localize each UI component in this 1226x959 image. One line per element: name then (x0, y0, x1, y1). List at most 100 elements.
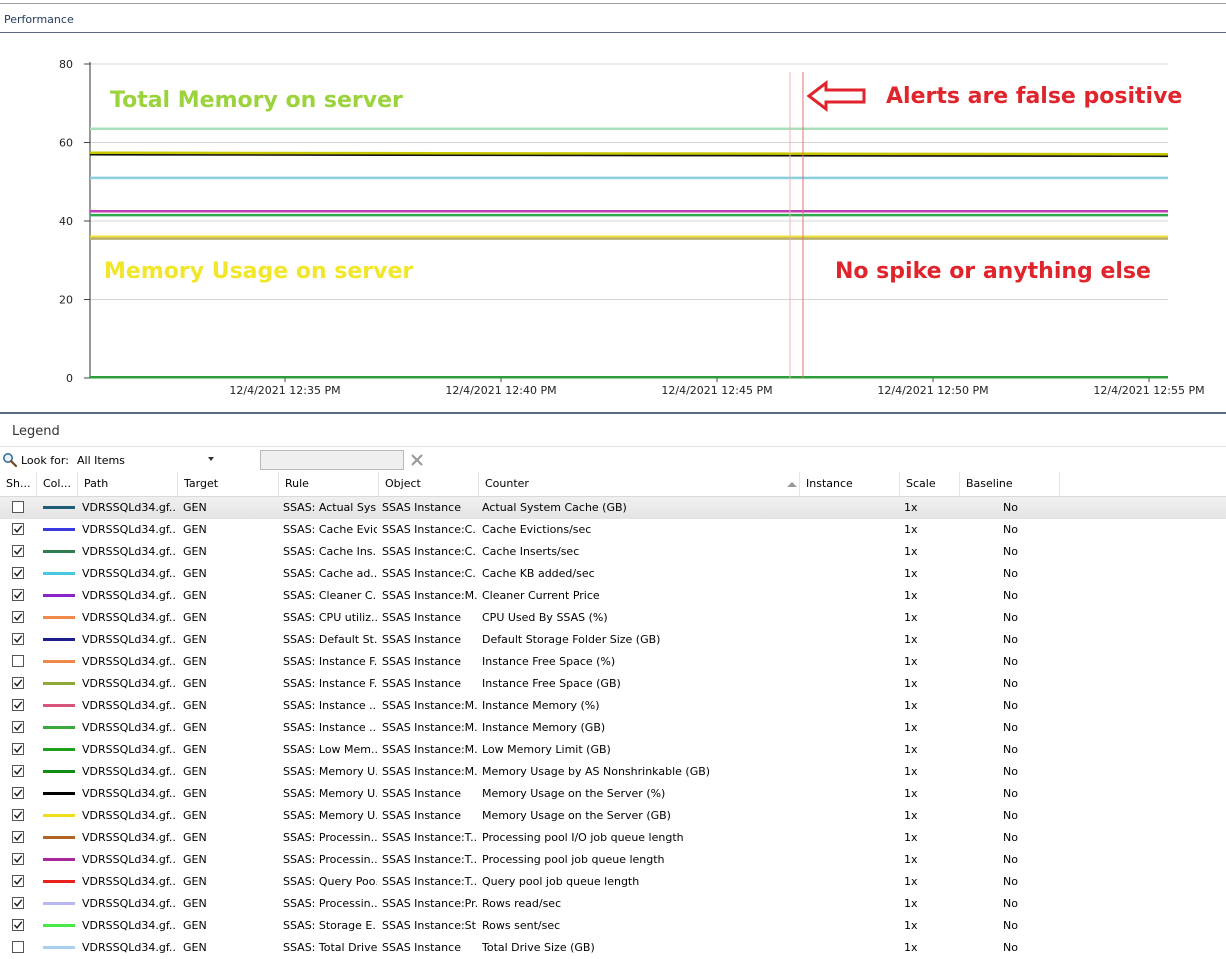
checkmark-icon (13, 811, 23, 819)
search-input[interactable] (260, 450, 404, 470)
splitter[interactable] (0, 412, 1226, 414)
table-row[interactable]: VDRSSQLd34.gf... GEN SSAS: Cache Evic... SS… (0, 519, 1226, 541)
table-row[interactable]: VDRSSQLd34.gf... GEN SSAS: Default St... SS… (0, 629, 1226, 651)
cell-instance (806, 585, 896, 607)
table-row[interactable]: VDRSSQLd34.gf... GEN SSAS: Instance F... SS… (0, 651, 1226, 673)
show-checkbox[interactable] (12, 633, 24, 645)
show-checkbox[interactable] (12, 831, 24, 843)
sort-ascending-icon (787, 482, 797, 487)
clear-search-button[interactable] (408, 451, 426, 469)
cell-object: SSAS Instance:T... (382, 853, 477, 866)
cell-counter: Processing pool job queue length (482, 853, 665, 866)
column-header-object[interactable]: Object (379, 472, 479, 496)
table-row[interactable]: VDRSSQLd34.gf... GEN SSAS: Processin... SSA… (0, 849, 1226, 871)
table-row[interactable]: VDRSSQLd34.gf... GEN SSAS: Instance F... SS… (0, 673, 1226, 695)
column-header-counter[interactable]: Counter (479, 472, 800, 496)
show-checkbox[interactable] (12, 523, 24, 535)
performance-header: Performance (0, 4, 1226, 33)
show-checkbox[interactable] (12, 787, 24, 799)
cell-rule: SSAS: Memory U... (283, 765, 377, 778)
cell-rule: SSAS: Cache ad... (283, 567, 377, 580)
color-swatch (43, 594, 75, 597)
show-checkbox[interactable] (12, 677, 24, 689)
table-row[interactable]: VDRSSQLd34.gf... GEN SSAS: Total Drive... S… (0, 937, 1226, 959)
cell-counter: Cache KB added/sec (482, 567, 595, 580)
cell-object: SSAS Instance (382, 809, 461, 822)
checkmark-icon (13, 547, 23, 555)
column-header-show[interactable]: Sh... (0, 472, 37, 496)
table-row[interactable]: VDRSSQLd34.gf... GEN SSAS: Cleaner C... SSA… (0, 585, 1226, 607)
show-checkbox[interactable] (12, 919, 24, 931)
cell-object: SSAS Instance:M... (382, 699, 477, 712)
cell-scale: 1x (904, 699, 918, 712)
show-checkbox[interactable] (12, 501, 24, 513)
checkmark-icon (13, 833, 23, 841)
cell-instance (806, 915, 896, 937)
show-checkbox[interactable] (12, 743, 24, 755)
cell-counter: Instance Free Space (%) (482, 655, 616, 668)
table-row[interactable]: VDRSSQLd34.gf... GEN SSAS: Cache Ins... SSA… (0, 541, 1226, 563)
table-row[interactable]: VDRSSQLd34.gf... GEN SSAS: Cache ad... SSAS… (0, 563, 1226, 585)
column-header-scale[interactable]: Scale (900, 472, 960, 496)
show-checkbox[interactable] (12, 721, 24, 733)
cell-target: GEN (183, 611, 207, 624)
column-header-rule[interactable]: Rule (279, 472, 379, 496)
show-checkbox[interactable] (12, 655, 24, 667)
cell-path: VDRSSQLd34.gf... (82, 831, 177, 844)
column-header-path[interactable]: Path (78, 472, 178, 496)
table-row[interactable]: VDRSSQLd34.gf... GEN SSAS: Instance ... SSA… (0, 717, 1226, 739)
column-header-baseline[interactable]: Baseline (960, 472, 1060, 496)
x-tick-label: 12/4/2021 12:55 PM (1093, 384, 1204, 397)
cell-rule: SSAS: Memory U... (283, 809, 377, 822)
search-icon (3, 453, 18, 468)
table-row[interactable]: VDRSSQLd34.gf... GEN SSAS: Low Mem... SSAS … (0, 739, 1226, 761)
cell-instance (806, 849, 896, 871)
color-swatch (43, 748, 75, 751)
show-checkbox[interactable] (12, 809, 24, 821)
table-row[interactable]: VDRSSQLd34.gf... GEN SSAS: Storage E... SSA… (0, 915, 1226, 937)
column-header-target[interactable]: Target (178, 472, 279, 496)
show-checkbox[interactable] (12, 941, 24, 953)
cell-scale: 1x (904, 809, 918, 822)
cell-instance (806, 717, 896, 739)
cell-instance (806, 497, 896, 519)
table-row[interactable]: VDRSSQLd34.gf... GEN SSAS: Instance ... SSA… (0, 695, 1226, 717)
cell-rule: SSAS: Processin... (283, 831, 377, 844)
cell-target: GEN (183, 677, 207, 690)
table-row[interactable]: VDRSSQLd34.gf... GEN SSAS: Processin... SSA… (0, 827, 1226, 849)
table-row[interactable]: VDRSSQLd34.gf... GEN SSAS: Query Poo... SSA… (0, 871, 1226, 893)
cell-instance (806, 563, 896, 585)
table-row[interactable]: VDRSSQLd34.gf... GEN SSAS: Memory U... SSAS… (0, 783, 1226, 805)
cell-object: SSAS Instance:M... (382, 721, 477, 734)
cell-scale: 1x (904, 897, 918, 910)
show-checkbox[interactable] (12, 545, 24, 557)
table-row[interactable]: VDRSSQLd34.gf... GEN SSAS: Processin... SSA… (0, 893, 1226, 915)
page-title: Performance (4, 13, 74, 26)
scope-dropdown[interactable]: All Items (74, 451, 218, 469)
cell-instance (806, 607, 896, 629)
table-row[interactable]: VDRSSQLd34.gf... GEN SSAS: Actual Sys... SS… (0, 497, 1226, 519)
cell-scale: 1x (904, 721, 918, 734)
show-checkbox[interactable] (12, 589, 24, 601)
show-checkbox[interactable] (12, 567, 24, 579)
cell-target: GEN (183, 831, 207, 844)
color-swatch (43, 880, 75, 883)
y-tick-label: 0 (66, 372, 73, 385)
cell-target: GEN (183, 699, 207, 712)
table-row[interactable]: VDRSSQLd34.gf... GEN SSAS: Memory U... SSAS… (0, 805, 1226, 827)
column-header-instance[interactable]: Instance (800, 472, 900, 496)
show-checkbox[interactable] (12, 875, 24, 887)
cell-rule: SSAS: Instance F... (283, 655, 377, 668)
table-row[interactable]: VDRSSQLd34.gf... GEN SSAS: Memory U... SSAS… (0, 761, 1226, 783)
column-header-color[interactable]: Col... (37, 472, 78, 496)
table-row[interactable]: VDRSSQLd34.gf... GEN SSAS: CPU utiliz... SS… (0, 607, 1226, 629)
show-checkbox[interactable] (12, 897, 24, 909)
show-checkbox[interactable] (12, 699, 24, 711)
cell-counter: Processing pool I/O job queue length (482, 831, 684, 844)
cell-path: VDRSSQLd34.gf... (82, 787, 177, 800)
show-checkbox[interactable] (12, 853, 24, 865)
color-swatch (43, 638, 75, 641)
cell-baseline: No (1003, 897, 1018, 910)
show-checkbox[interactable] (12, 611, 24, 623)
show-checkbox[interactable] (12, 765, 24, 777)
